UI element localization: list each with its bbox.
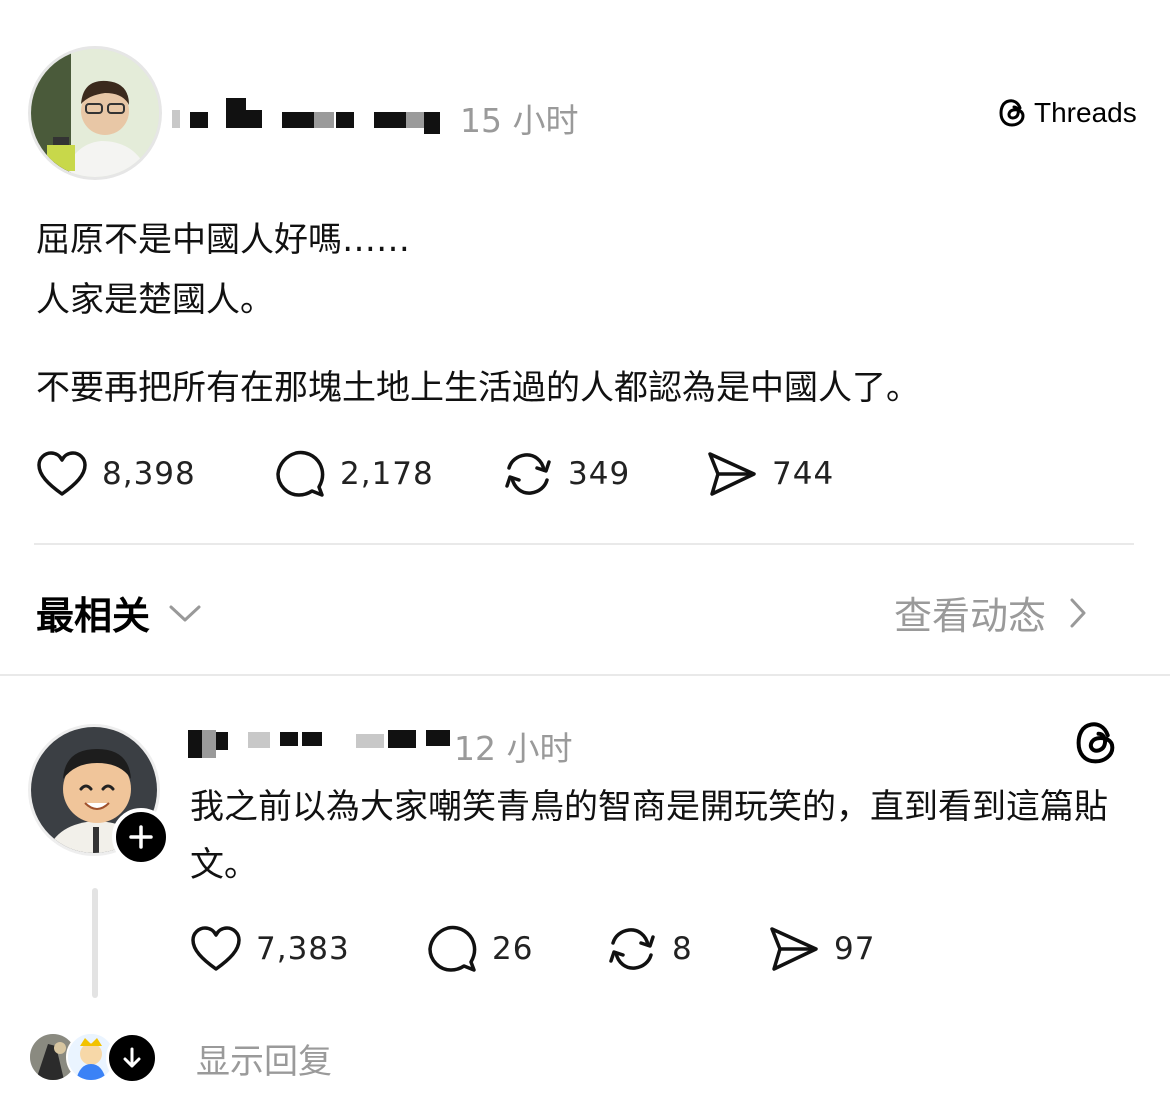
reply-thread-line — [92, 888, 98, 998]
like-count: 8,398 — [102, 456, 196, 492]
reply-share-count: 97 — [834, 931, 876, 967]
author-username-redacted[interactable] — [170, 98, 460, 134]
chevron-right-icon — [1068, 596, 1088, 630]
share-count: 744 — [772, 456, 835, 492]
post-line: 人家是楚國人。 — [36, 280, 274, 320]
comment-icon — [426, 923, 478, 975]
divider — [34, 543, 1134, 545]
view-activity-link[interactable]: 查看动态 — [894, 585, 1088, 640]
threads-logo-icon — [998, 97, 1028, 129]
divider — [0, 674, 1170, 676]
follow-button[interactable] — [112, 808, 170, 866]
reply-like-button[interactable]: 7,383 — [190, 925, 350, 973]
plus-icon — [128, 824, 154, 850]
reply-share-button[interactable]: 97 — [768, 923, 875, 975]
repost-icon — [502, 448, 554, 500]
post-line: 屈原不是中國人好嗎…… — [36, 220, 410, 260]
like-button[interactable]: 8,398 — [36, 450, 196, 498]
threads-brand-label: Threads — [1034, 97, 1137, 128]
chevron-down-icon — [168, 602, 202, 624]
send-icon — [768, 923, 820, 975]
repost-count: 349 — [568, 456, 631, 492]
sort-label: 最相关 — [36, 594, 151, 638]
comment-icon — [274, 448, 326, 500]
reply-username-redacted[interactable] — [188, 726, 452, 762]
repost-button[interactable]: 349 — [502, 448, 630, 500]
comment-button[interactable]: 2,178 — [274, 448, 434, 500]
reply-repost-button[interactable]: 8 — [606, 923, 693, 975]
comment-count: 2,178 — [340, 456, 434, 492]
threads-logo-icon[interactable] — [1074, 718, 1120, 772]
sort-dropdown[interactable]: 最相关 — [36, 585, 202, 640]
reply-body: 我之前以為大家嘲笑青鳥的智商是開玩笑的，直到看到這篇貼文。 — [190, 787, 1108, 885]
repost-icon — [606, 923, 658, 975]
post-body: 屈原不是中國人好嗎…… 人家是楚國人。 不要再把所有在那塊土地上生活過的人都認為… — [36, 210, 1136, 418]
show-replies-label: 显示回复 — [196, 1042, 332, 1082]
post-line: 不要再把所有在那塊土地上生活過的人都認為是中國人了。 — [36, 368, 920, 408]
share-button[interactable]: 744 — [706, 448, 834, 500]
threads-brand[interactable]: Threads — [998, 97, 1137, 129]
show-replies-row[interactable]: 显示回复 — [28, 1030, 428, 1086]
view-activity-label: 查看动态 — [894, 594, 1047, 638]
expand-replies-button[interactable] — [106, 1032, 158, 1084]
heart-icon — [190, 925, 242, 973]
reply-timestamp: 12 小时 — [454, 729, 573, 768]
reply-repost-count: 8 — [672, 931, 693, 967]
arrow-down-icon — [121, 1046, 143, 1070]
send-icon — [706, 448, 758, 500]
heart-icon — [36, 450, 88, 498]
author-photo — [31, 49, 159, 177]
reply-comment-count: 26 — [492, 931, 534, 967]
reply-comment-button[interactable]: 26 — [426, 923, 533, 975]
reply-like-count: 7,383 — [256, 931, 350, 967]
post-timestamp: 15 小时 — [460, 101, 579, 140]
author-avatar[interactable] — [28, 46, 162, 180]
